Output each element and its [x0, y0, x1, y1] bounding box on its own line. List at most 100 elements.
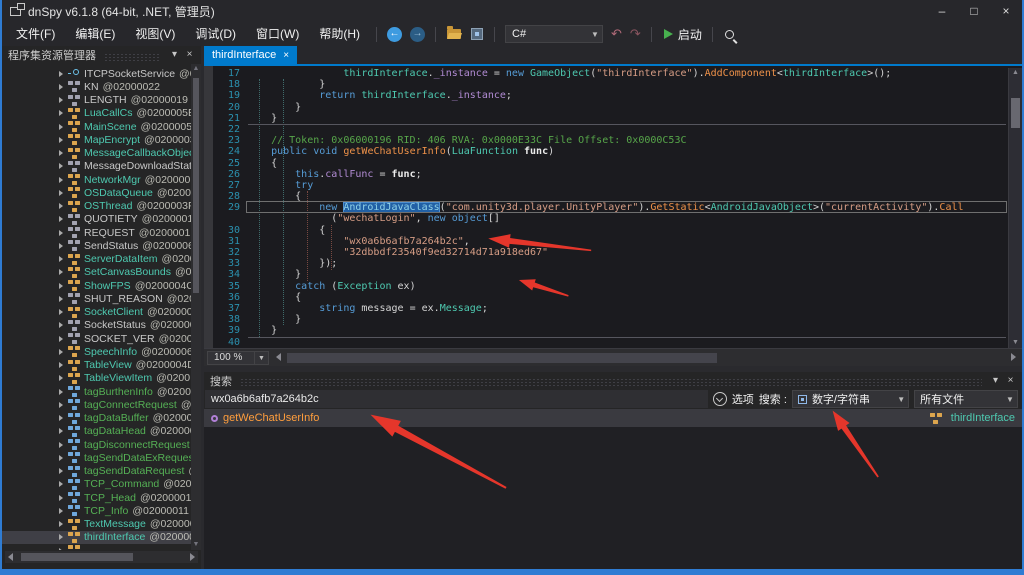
scroll-down-icon[interactable]: ▼: [191, 541, 201, 549]
expand-icon[interactable]: [59, 336, 63, 342]
expand-icon[interactable]: [59, 375, 63, 381]
scroll-left-icon[interactable]: [8, 553, 13, 561]
tree-item[interactable]: OSDataQueue@02000: [2, 186, 201, 199]
redo-button[interactable]: ↷: [630, 26, 641, 42]
expand-icon[interactable]: [59, 468, 63, 474]
tab-close-icon[interactable]: ×: [283, 50, 289, 61]
expand-icon[interactable]: [59, 283, 63, 289]
scroll-left-icon[interactable]: [276, 353, 281, 361]
expand-icon[interactable]: [59, 269, 63, 275]
tab-thirdinterface[interactable]: thirdInterface ×: [204, 46, 297, 64]
code-line[interactable]: 23// Token: 0x06000196 RID: 406 RVA: 0x0…: [204, 135, 1022, 146]
panel-close-button[interactable]: ×: [182, 46, 197, 64]
code-line[interactable]: 40: [204, 337, 1022, 348]
tree-item[interactable]: SocketClient@0200004: [2, 306, 201, 319]
tree-item[interactable]: MainScene@02000057: [2, 120, 201, 133]
maximize-button[interactable]: □: [958, 0, 990, 22]
code-line[interactable]: 21}: [204, 113, 1022, 124]
tree-item[interactable]: [2, 544, 201, 550]
code-line[interactable]: 37string message = ex.Message;: [204, 303, 1022, 314]
start-debug-icon[interactable]: [664, 29, 673, 39]
tree-item[interactable]: tagConnectRequest@0: [2, 398, 201, 411]
code-line[interactable]: 38}: [204, 314, 1022, 325]
code-line[interactable]: 29new AndroidJavaClass("com.unity3d.play…: [204, 202, 1022, 213]
panel-close-button[interactable]: ×: [1003, 372, 1018, 390]
expand-icon[interactable]: [59, 362, 63, 368]
tree-item[interactable]: TextMessage@020000: [2, 518, 201, 531]
expand-icon[interactable]: [59, 190, 63, 196]
expand-icon[interactable]: [59, 163, 63, 169]
start-debug-label[interactable]: 启动: [678, 26, 702, 43]
expand-icon[interactable]: [59, 124, 63, 130]
tree-item[interactable]: MessageDownloadStat: [2, 160, 201, 173]
tree-item[interactable]: TCP_Info@02000011: [2, 504, 201, 517]
tree-item[interactable]: tagDisconnectRequest: [2, 438, 201, 451]
scrollbar-thumb[interactable]: [21, 553, 133, 561]
expand-icon[interactable]: [59, 137, 63, 143]
code-editor[interactable]: 17thirdInterface._instance = new GameObj…: [204, 66, 1022, 348]
tree-item[interactable]: SpeechInfo@0200006D: [2, 345, 201, 358]
panel-menu-button[interactable]: ▾: [167, 46, 182, 64]
editor-vertical-scrollbar[interactable]: ▲ ▼: [1008, 68, 1022, 348]
code-line[interactable]: 39}: [204, 325, 1022, 336]
code-line[interactable]: 19return thirdInterface._instance;: [204, 90, 1022, 101]
expand-icon[interactable]: [59, 402, 63, 408]
expand-icon[interactable]: [59, 428, 63, 434]
expand-icon[interactable]: [59, 389, 63, 395]
tree-item[interactable]: SocketStatus@020000: [2, 319, 201, 332]
navigate-back-button[interactable]: ←: [387, 27, 402, 42]
tree-item[interactable]: tagDataHead@020000: [2, 425, 201, 438]
menu-item[interactable]: 窗口(W): [246, 22, 309, 46]
file-filter-select[interactable]: 所有文件 ▼: [914, 390, 1018, 408]
tree-item[interactable]: QUOTIETY@0200001C: [2, 213, 201, 226]
expand-icon[interactable]: [59, 177, 63, 183]
scroll-up-icon[interactable]: ▲: [191, 65, 201, 73]
tree-item[interactable]: TableViewItem@0200: [2, 372, 201, 385]
tree-item[interactable]: SetCanvasBounds@02: [2, 266, 201, 279]
code-line[interactable]: 34}: [204, 269, 1022, 280]
code-line[interactable]: 26this.callFunc = func;: [204, 169, 1022, 180]
expand-icon[interactable]: [59, 534, 63, 540]
tree-item[interactable]: TCP_Head@02000013: [2, 491, 201, 504]
tree-item[interactable]: KN@02000022: [2, 80, 201, 93]
minimize-button[interactable]: –: [926, 0, 958, 22]
scrollbar-thumb[interactable]: [287, 353, 717, 363]
code-line[interactable]: 36{: [204, 292, 1022, 303]
save-module-icon[interactable]: [471, 28, 483, 40]
code-line[interactable]: 32"32dbbdf23540f9ed32714d71a918ed67": [204, 247, 1022, 258]
expand-icon[interactable]: [59, 322, 63, 328]
tree-item[interactable]: tagDataBuffer@02000: [2, 412, 201, 425]
zoom-dropdown-icon[interactable]: ▼: [255, 351, 269, 365]
expand-icon[interactable]: [59, 481, 63, 487]
scrollbar-thumb[interactable]: [1011, 98, 1020, 128]
editor-horizontal-scrollbar[interactable]: [273, 351, 1019, 365]
expand-icon[interactable]: [59, 455, 63, 461]
tree-item[interactable]: NetworkMgr@020000: [2, 173, 201, 186]
undo-button[interactable]: ↶: [611, 26, 622, 42]
expand-icon[interactable]: [59, 415, 63, 421]
expand-icon[interactable]: [59, 296, 63, 302]
code-line[interactable]: 22: [204, 124, 1022, 135]
options-label[interactable]: 选项: [732, 391, 754, 407]
scrollbar-thumb[interactable]: [193, 78, 199, 293]
code-line[interactable]: 24public void getWeChatUserInfo(LuaFunct…: [204, 146, 1022, 157]
expand-icon[interactable]: [59, 243, 63, 249]
zoom-level[interactable]: 100 %: [207, 351, 255, 365]
tree-item[interactable]: tagBurthenInfo@0200: [2, 385, 201, 398]
tree-vertical-scrollbar[interactable]: ▲ ▼: [191, 64, 201, 550]
expand-icon[interactable]: [59, 150, 63, 156]
menu-item[interactable]: 调试(D): [185, 22, 246, 46]
open-file-icon[interactable]: [447, 29, 461, 39]
panel-menu-button[interactable]: ▾: [988, 372, 1003, 390]
expand-icon[interactable]: [59, 442, 63, 448]
expand-icon[interactable]: [59, 548, 63, 550]
code-line[interactable]: 30{: [204, 225, 1022, 236]
tree-horizontal-scrollbar[interactable]: [5, 551, 198, 563]
expand-icon[interactable]: [59, 495, 63, 501]
menu-item[interactable]: 文件(F): [6, 22, 65, 46]
expand-icon[interactable]: [59, 216, 63, 222]
expand-icon[interactable]: [59, 71, 63, 77]
expand-icon[interactable]: [59, 203, 63, 209]
tree-item[interactable]: MessageCallbackObjec: [2, 147, 201, 160]
tree-item[interactable]: REQUEST@0200001B: [2, 226, 201, 239]
